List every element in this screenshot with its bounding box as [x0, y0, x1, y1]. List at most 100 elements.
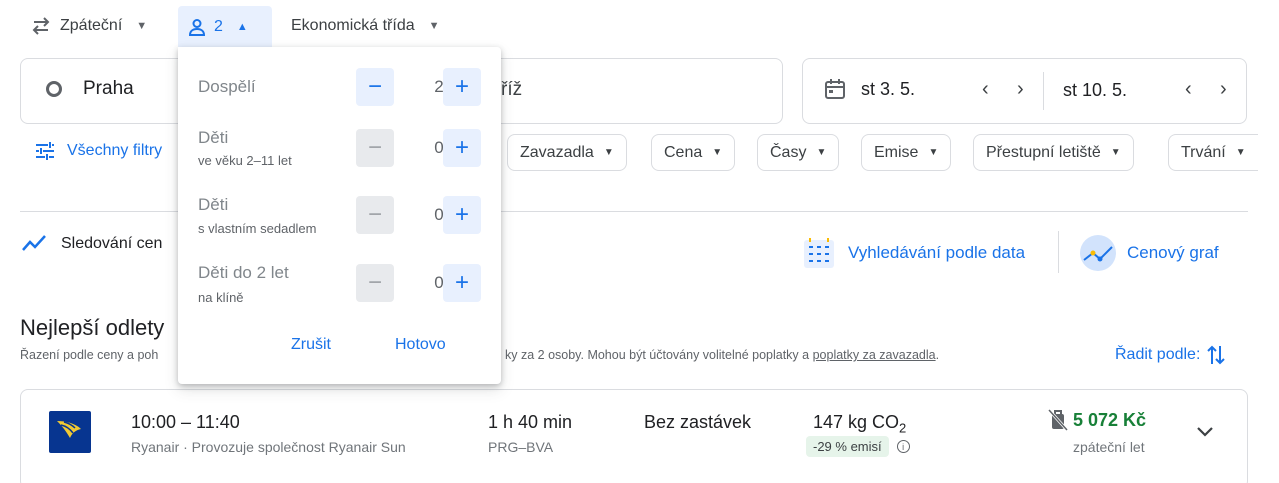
person-icon	[188, 18, 206, 36]
flight-airline: Ryanair · Provozuje společnost Ryanair S…	[131, 439, 406, 455]
filter-chip-connecting-airports[interactable]: Přestupní letiště ▼	[973, 134, 1134, 171]
passenger-sublabel: na klíně	[198, 290, 244, 305]
emissions-badge: -29 % emisí	[806, 436, 889, 457]
filter-chip-baggage[interactable]: Zavazadla ▼	[507, 134, 627, 171]
passenger-label: Děti	[198, 195, 229, 214]
filter-chip-emissions[interactable]: Emise ▼	[861, 134, 952, 171]
price-type: zpáteční let	[1073, 439, 1145, 455]
cancel-button[interactable]: Zrušit	[291, 336, 331, 354]
cabin-select[interactable]: Ekonomická třída ▼	[281, 6, 450, 46]
calendar-icon	[825, 79, 845, 99]
adults-plus-button[interactable]: +	[443, 68, 481, 106]
emissions-subscript: 2	[899, 420, 907, 436]
no-carry-on-icon	[1047, 408, 1069, 432]
passenger-row-infants-lap: Děti do 2 let na klíně − 0 +	[198, 263, 481, 305]
tools-divider	[1058, 231, 1059, 273]
emissions-badge-row: -29 % emisí i	[806, 436, 910, 457]
caret-up-icon: ▲	[236, 20, 248, 33]
trip-type-select[interactable]: Zpáteční ▼	[20, 6, 157, 46]
sort-note-continued: ky za 2 osoby. Mohou být účtovány volite…	[505, 348, 939, 362]
flight-duration: 1 h 40 min	[488, 412, 573, 432]
children-plus-button[interactable]: +	[443, 129, 481, 167]
sort-button[interactable]: Řadit podle:	[1115, 344, 1226, 366]
results-heading: Nejlepší odlety	[20, 315, 165, 340]
info-icon[interactable]: i	[896, 440, 910, 453]
passenger-row-children-seat: Děti s vlastním sedadlem − 0 +	[198, 195, 481, 236]
filter-chip-times[interactable]: Časy ▼	[757, 134, 840, 171]
passenger-sublabel: s vlastním sedadlem	[198, 221, 317, 236]
sort-arrows-icon	[1207, 345, 1226, 365]
flight-emissions: 147 kg CO2	[813, 412, 906, 436]
cabin-label: Ekonomická třída	[291, 17, 415, 34]
children-minus-button[interactable]: −	[356, 129, 394, 167]
ryanair-logo	[49, 411, 91, 453]
adults-minus-button[interactable]: −	[356, 68, 394, 106]
depart-date-field[interactable]: st 3. 5.	[823, 77, 915, 101]
date-grid-icon	[804, 238, 834, 268]
children-seat-minus-button[interactable]: −	[356, 196, 394, 234]
depart-next-icon[interactable]: ›	[1017, 78, 1024, 101]
filter-chip-duration[interactable]: Trvání ▼	[1168, 134, 1258, 171]
trip-type-label: Zpáteční	[60, 17, 123, 34]
caret-down-icon: ▼	[603, 147, 614, 158]
date-divider	[1043, 72, 1044, 110]
all-filters-label: Všechny filtry	[67, 142, 163, 159]
sort-note-tail: .	[935, 348, 940, 362]
chip-label: Časy	[770, 143, 807, 161]
flight-stops: Bez zastávek	[644, 412, 752, 432]
passenger-label: Dospělí	[198, 77, 256, 96]
infants-lap-plus-button[interactable]: +	[443, 264, 481, 302]
all-filters-button[interactable]: Všechny filtry	[35, 142, 162, 160]
flight-route: PRG–BVA	[488, 439, 554, 455]
expand-chevron-icon[interactable]	[1195, 425, 1215, 439]
depart-date-value: st 3. 5.	[861, 78, 916, 99]
price-tracking-label: Sledování cen	[61, 235, 163, 252]
return-date-field[interactable]: st 10. 5.	[1063, 80, 1127, 101]
passenger-row-adults: Dospělí − 2 +	[198, 67, 481, 107]
price-tracking-toggle[interactable]: Sledování cen	[21, 234, 162, 254]
price-graph-button[interactable]: Cenový graf	[1079, 234, 1219, 272]
passenger-label: Děti	[198, 128, 229, 147]
origin-circle-icon	[46, 81, 62, 97]
sort-note-end: ky za 2 osoby. Mohou být účtovány volite…	[505, 348, 813, 362]
price-graph-icon	[1080, 235, 1116, 271]
return-prev-icon[interactable]: ‹	[1185, 78, 1192, 101]
chip-label: Trvání	[1181, 143, 1226, 161]
emissions-value: 147 kg CO	[813, 412, 900, 432]
passenger-label: Děti do 2 let	[198, 263, 289, 282]
depart-prev-icon[interactable]: ‹	[982, 78, 989, 101]
flight-result-card[interactable]	[20, 389, 1248, 483]
done-button[interactable]: Hotovo	[395, 336, 446, 354]
caret-down-icon: ▼	[1235, 147, 1246, 158]
passengers-popup: Dospělí − 2 + Děti ve věku 2–11 let − 0 …	[178, 47, 501, 384]
caret-down-icon: ▼	[136, 20, 148, 32]
caret-down-icon: ▼	[1110, 147, 1121, 158]
chip-label: Emise	[874, 143, 919, 161]
passenger-row-children: Děti ve věku 2–11 let − 0 +	[198, 128, 481, 168]
caret-down-icon: ▼	[712, 147, 723, 158]
caret-down-icon: ▼	[816, 147, 827, 158]
filter-chip-price[interactable]: Cena ▼	[651, 134, 736, 171]
flight-price: 5 072 Kč	[1047, 408, 1146, 432]
chip-label: Přestupní letiště	[986, 143, 1101, 161]
sort-label: Řadit podle:	[1115, 346, 1201, 363]
date-grid-button[interactable]: Vyhledávání podle data	[802, 236, 1025, 270]
passengers-count: 2	[214, 17, 223, 35]
caret-down-icon: ▼	[428, 20, 440, 32]
passengers-select[interactable]: 2 ▲	[178, 6, 272, 47]
origin-field[interactable]: Praha	[46, 78, 134, 100]
children-seat-plus-button[interactable]: +	[443, 196, 481, 234]
return-next-icon[interactable]: ›	[1220, 78, 1227, 101]
flight-times: 10:00 – 11:40	[131, 412, 240, 432]
sort-note-start: Řazení podle ceny a poh	[20, 348, 159, 362]
tune-icon	[36, 142, 54, 160]
sort-note: Řazení podle ceny a poh	[20, 348, 158, 362]
chip-label: Zavazadla	[520, 143, 594, 161]
price-value: 5 072 Kč	[1073, 409, 1147, 430]
baggage-fees-link[interactable]: poplatky za zavazadla	[813, 348, 936, 362]
destination-field[interactable]: říž	[501, 79, 522, 101]
infants-lap-minus-button[interactable]: −	[356, 264, 394, 302]
chip-label: Cena	[664, 143, 703, 161]
price-graph-label: Cenový graf	[1127, 243, 1219, 262]
caret-down-icon: ▼	[928, 147, 939, 158]
